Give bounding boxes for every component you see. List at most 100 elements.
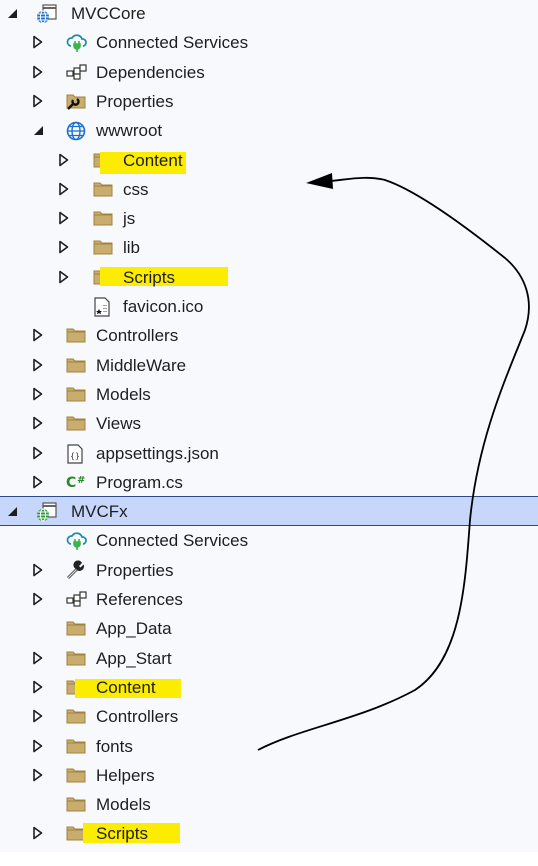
tree-item-favicon-ico[interactable]: favicon.ico — [0, 292, 538, 321]
tree-item-js[interactable]: js — [0, 204, 538, 233]
tree-item-views[interactable]: Views — [0, 409, 538, 438]
collapsed-caret-icon[interactable] — [32, 651, 44, 665]
tree-item-label: Properties — [96, 91, 174, 111]
tree-item-label: Controllers — [96, 326, 179, 346]
tree-item-label: Properties — [96, 560, 174, 580]
solution-explorer-tree: MVCCore Connected Services Dependencies Pro… — [0, 0, 538, 852]
tree-item-references[interactable]: References — [0, 585, 538, 614]
tree-item-label: Models — [96, 384, 151, 404]
tree-item-models[interactable]: Models — [0, 380, 538, 409]
tree-item-content[interactable]: Content — [0, 146, 538, 175]
tree-item-label: MVCCore — [71, 4, 146, 23]
tree-item-label: Scripts — [96, 824, 148, 844]
tree-item-app-start[interactable]: App_Start — [0, 644, 538, 673]
collapsed-caret-icon[interactable] — [58, 182, 70, 196]
json-file-icon: {} — [66, 443, 86, 464]
folder-icon — [66, 414, 86, 432]
folder-icon — [93, 209, 113, 227]
svg-text:{}: {} — [70, 451, 80, 460]
tree-item-label: Controllers — [96, 707, 179, 727]
tree-item-properties[interactable]: Properties — [0, 556, 538, 585]
tree-item-models[interactable]: Models — [0, 790, 538, 819]
tree-item-label: Connected Services — [96, 531, 249, 551]
tree-item-helpers[interactable]: Helpers — [0, 761, 538, 790]
tree-item-lib[interactable]: lib — [0, 233, 538, 262]
collapsed-caret-icon[interactable] — [32, 768, 44, 782]
folder-icon — [66, 795, 86, 813]
collapsed-caret-icon[interactable] — [58, 211, 70, 225]
tree-item-label: References — [96, 590, 183, 609]
collapsed-caret-icon[interactable] — [32, 709, 44, 723]
tree-item-label: Models — [96, 795, 151, 815]
collapsed-caret-icon[interactable] — [32, 739, 44, 753]
expanded-caret-icon[interactable] — [6, 504, 18, 518]
web-project-icon — [36, 4, 57, 24]
collapsed-caret-icon[interactable] — [32, 35, 44, 49]
dependencies-icon — [66, 590, 87, 608]
tree-item-wwwroot[interactable]: wwwroot — [0, 116, 538, 145]
tree-item-scripts[interactable]: Scripts — [0, 819, 538, 848]
tree-item-label: css — [123, 179, 149, 199]
tree-item-content[interactable]: Content — [0, 673, 538, 702]
folder-icon — [66, 649, 86, 667]
folder-icon — [66, 707, 86, 725]
tree-item-label: App_Start — [96, 648, 172, 668]
collapsed-caret-icon[interactable] — [32, 94, 44, 108]
tree-item-controllers[interactable]: Controllers — [0, 702, 538, 731]
collapsed-caret-icon[interactable] — [32, 826, 44, 840]
svg-text:#: # — [77, 475, 85, 486]
tree-item-connected-services[interactable]: Connected Services — [0, 28, 538, 57]
collapsed-caret-icon[interactable] — [32, 475, 44, 489]
connected-services-icon — [66, 531, 87, 551]
folder-icon — [66, 356, 86, 374]
folder-icon — [93, 238, 113, 256]
collapsed-caret-icon[interactable] — [58, 240, 70, 254]
tree-item-app-data[interactable]: App_Data — [0, 614, 538, 643]
favicon-file-icon — [93, 297, 113, 317]
collapsed-caret-icon[interactable] — [32, 328, 44, 342]
tree-item-label: Program.cs — [96, 472, 183, 492]
dependencies-icon — [66, 63, 87, 81]
collapsed-caret-icon[interactable] — [58, 270, 70, 284]
tree-item-label: appsettings.json — [96, 443, 219, 463]
tree-item-properties[interactable]: Properties — [0, 87, 538, 116]
folder-icon — [66, 737, 86, 755]
expanded-caret-icon[interactable] — [32, 123, 44, 137]
tree-item-label: Scripts — [123, 267, 175, 287]
tree-item-dependencies[interactable]: Dependencies — [0, 58, 538, 87]
expanded-caret-icon[interactable] — [6, 6, 18, 20]
collapsed-caret-icon[interactable] — [32, 387, 44, 401]
tree-item-label: fonts — [96, 736, 133, 756]
tree-item-label: Connected Services — [96, 33, 249, 53]
tree-item-label: Content — [96, 677, 156, 697]
collapsed-caret-icon[interactable] — [32, 416, 44, 430]
tree-item-connected-services[interactable]: Connected Services — [0, 526, 538, 555]
collapsed-caret-icon[interactable] — [32, 563, 44, 577]
tree-item-middleware[interactable]: MiddleWare — [0, 351, 538, 380]
tree-item-fonts[interactable]: fonts — [0, 732, 538, 761]
collapsed-caret-icon[interactable] — [32, 680, 44, 694]
wrench-icon — [66, 560, 86, 579]
folder-icon — [66, 766, 86, 784]
tree-item-label: lib — [123, 238, 141, 258]
folder-icon — [66, 619, 86, 637]
tree-item-mvcfx[interactable]: MVCFx — [0, 496, 538, 527]
tree-item-program-cs[interactable]: C # Program.cs — [0, 468, 538, 497]
collapsed-caret-icon[interactable] — [32, 65, 44, 79]
folder-icon — [93, 180, 113, 198]
tree-item-mvccore[interactable]: MVCCore — [0, 0, 538, 28]
collapsed-caret-icon[interactable] — [32, 446, 44, 460]
tree-item-controllers[interactable]: Controllers — [0, 321, 538, 350]
tree-item-scripts[interactable]: Scripts — [0, 263, 538, 292]
globe-icon — [66, 121, 86, 141]
tree-item-label: Views — [96, 414, 142, 434]
svg-text:C: C — [66, 475, 76, 491]
collapsed-caret-icon[interactable] — [32, 592, 44, 606]
collapsed-caret-icon[interactable] — [32, 358, 44, 372]
tree-item-label: favicon.ico — [123, 297, 204, 316]
tree-item-css[interactable]: css — [0, 175, 538, 204]
tree-item-label: wwwroot — [96, 121, 163, 141]
tree-item-appsettings-json[interactable]: {} appsettings.json — [0, 439, 538, 468]
connected-services-icon — [66, 33, 87, 53]
collapsed-caret-icon[interactable] — [58, 153, 70, 167]
